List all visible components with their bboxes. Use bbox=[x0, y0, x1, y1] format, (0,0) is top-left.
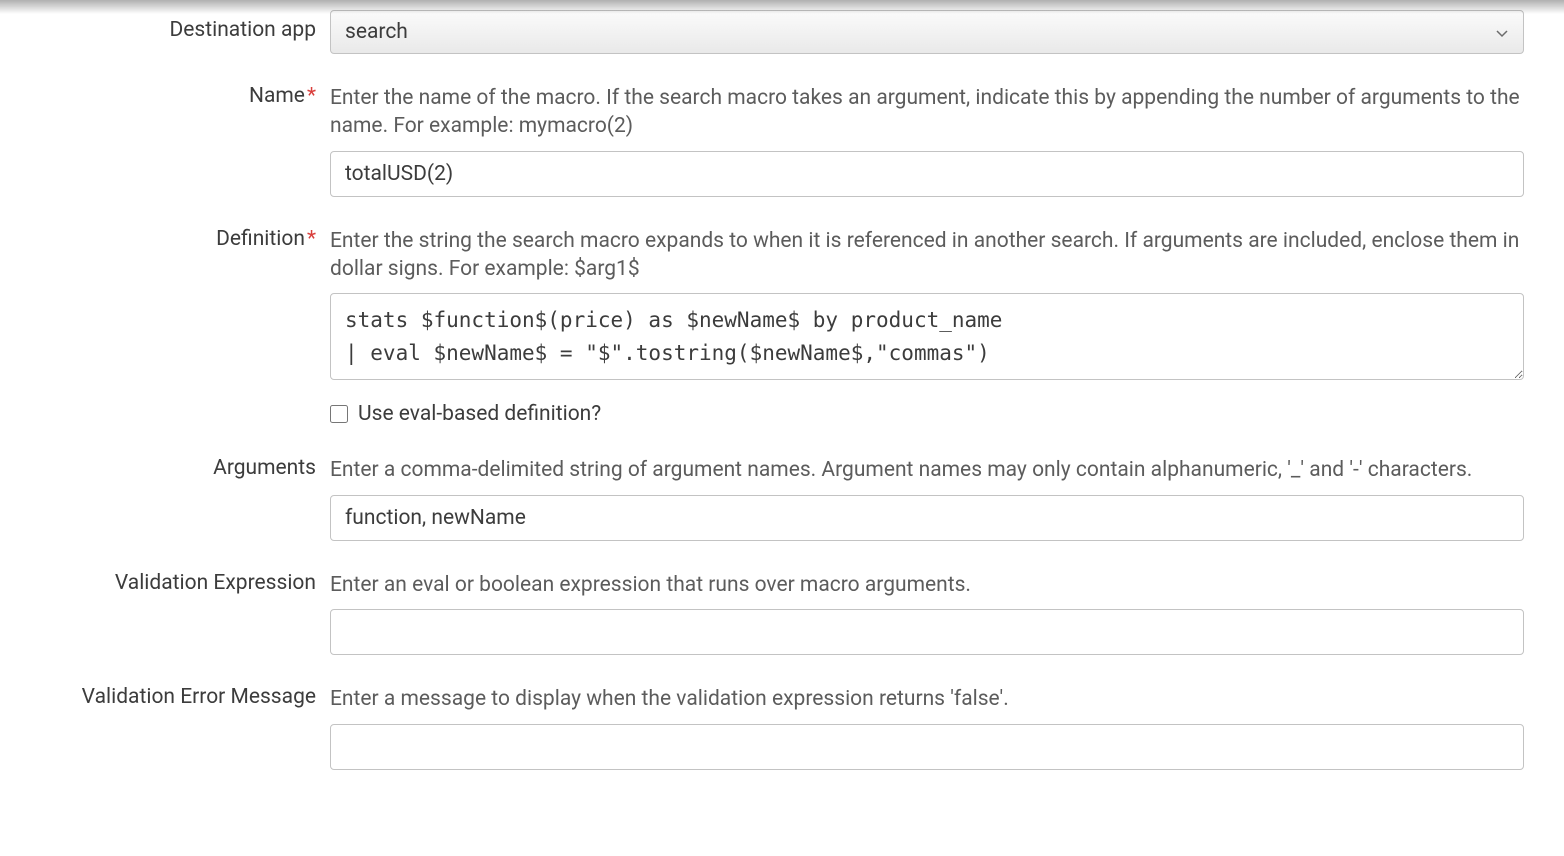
row-validation-error-message: Validation Error Message Enter a message… bbox=[40, 685, 1524, 769]
name-input[interactable] bbox=[330, 151, 1524, 197]
row-validation-expression: Validation Expression Enter an eval or b… bbox=[40, 571, 1524, 655]
destination-app-select[interactable]: search bbox=[330, 10, 1524, 54]
validation-error-message-label: Validation Error Message bbox=[40, 685, 330, 709]
arguments-input[interactable] bbox=[330, 495, 1524, 541]
validation-expression-input[interactable] bbox=[330, 609, 1524, 655]
definition-label-col: Definition* bbox=[40, 227, 330, 251]
eval-definition-checkbox[interactable] bbox=[330, 405, 348, 423]
name-help-text: Enter the name of the macro. If the sear… bbox=[330, 84, 1524, 141]
definition-help-text: Enter the string the search macro expand… bbox=[330, 227, 1524, 284]
row-arguments: Arguments Enter a comma-delimited string… bbox=[40, 456, 1524, 540]
name-label: Name bbox=[249, 84, 305, 108]
name-required-star: * bbox=[307, 84, 316, 108]
definition-required-star: * bbox=[307, 227, 316, 251]
destination-app-select-wrapper: search bbox=[330, 10, 1524, 54]
definition-textarea[interactable]: stats $function$(price) as $newName$ by … bbox=[330, 293, 1524, 380]
definition-label: Definition bbox=[216, 227, 305, 251]
eval-checkbox-row: Use eval-based definition? bbox=[330, 402, 1524, 426]
validation-error-message-help-text: Enter a message to display when the vali… bbox=[330, 685, 1524, 713]
name-label-col: Name* bbox=[40, 84, 330, 108]
arguments-label: Arguments bbox=[40, 456, 330, 480]
validation-expression-help-text: Enter an eval or boolean expression that… bbox=[330, 571, 1524, 599]
row-name: Name* Enter the name of the macro. If th… bbox=[40, 84, 1524, 197]
row-definition: Definition* Enter the string the search … bbox=[40, 227, 1524, 427]
validation-error-message-input[interactable] bbox=[330, 724, 1524, 770]
eval-definition-checkbox-label[interactable]: Use eval-based definition? bbox=[358, 402, 601, 426]
validation-expression-label: Validation Expression bbox=[40, 571, 330, 595]
row-destination-app: Destination app search bbox=[40, 10, 1524, 54]
arguments-help-text: Enter a comma-delimited string of argume… bbox=[330, 456, 1524, 484]
macro-form: Destination app search Name* Enter the n… bbox=[0, 0, 1564, 840]
destination-app-label: Destination app bbox=[40, 10, 330, 42]
